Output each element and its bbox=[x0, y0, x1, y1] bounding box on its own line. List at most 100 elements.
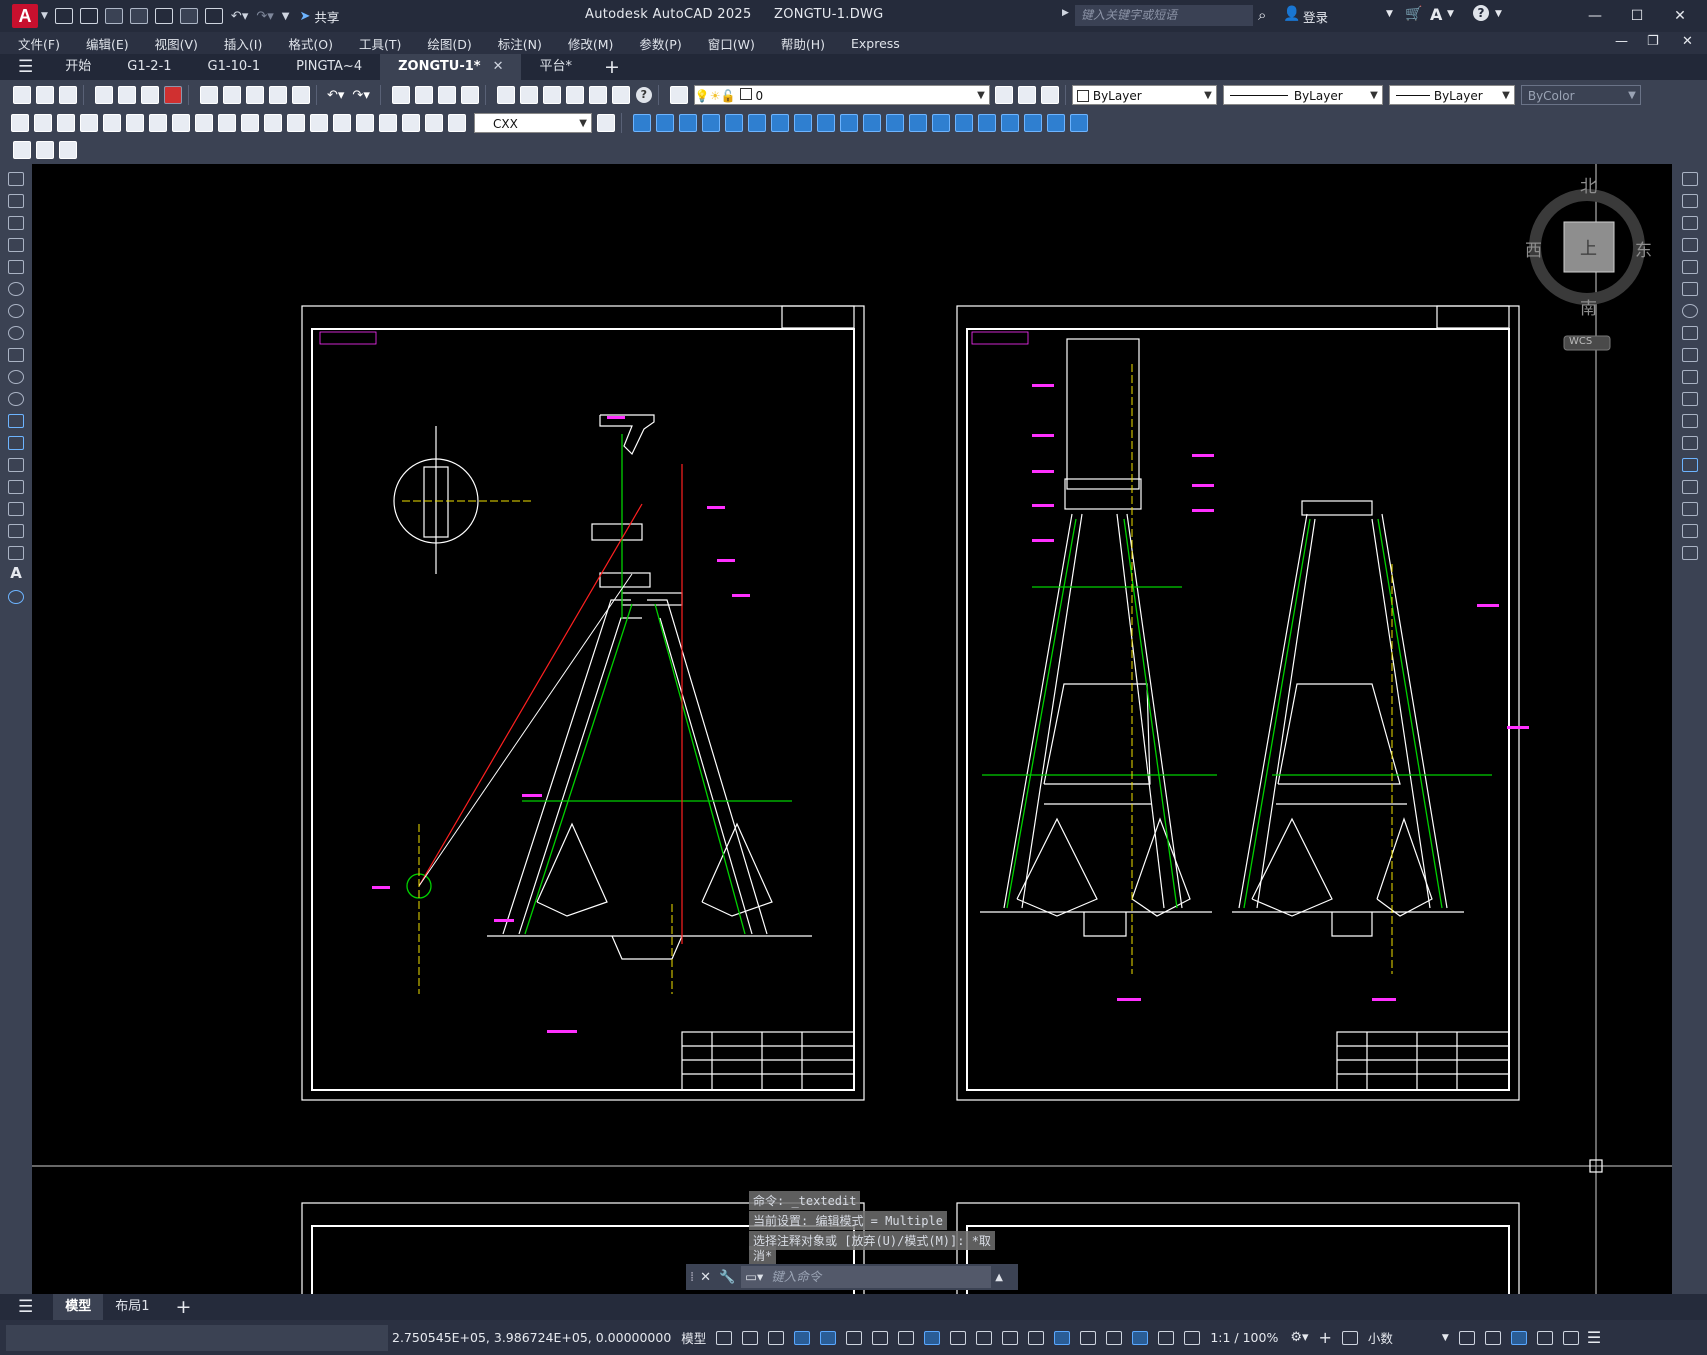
hatch-icon[interactable] bbox=[8, 480, 24, 494]
construction-line-icon[interactable] bbox=[8, 194, 24, 208]
mirror-icon[interactable] bbox=[1681, 216, 1698, 230]
pan-icon[interactable] bbox=[391, 86, 410, 104]
extrude-icon[interactable] bbox=[794, 114, 812, 132]
annotation-scale-icon[interactable] bbox=[1184, 1330, 1201, 1345]
qnew-icon[interactable] bbox=[13, 86, 31, 104]
coordinate-readout[interactable]: 2.750545E+05, 3.986724E+05, 0.00000000 bbox=[392, 1330, 671, 1345]
tolerance-icon[interactable] bbox=[310, 114, 328, 132]
stretch-icon[interactable] bbox=[1681, 348, 1698, 362]
intersect-icon[interactable] bbox=[955, 114, 973, 132]
grid-icon[interactable] bbox=[716, 1330, 733, 1345]
rectangle-icon[interactable] bbox=[8, 260, 24, 274]
undo-icon[interactable]: ↶▾ bbox=[231, 9, 248, 24]
viewcube-south[interactable]: 南 bbox=[1580, 294, 1597, 319]
annotation-visibility-icon[interactable] bbox=[1132, 1330, 1149, 1345]
redo-icon[interactable]: ↷▾ bbox=[256, 9, 273, 24]
workspace-gear-icon[interactable]: ⚙▾ bbox=[1290, 1330, 1308, 1345]
zoom-realtime-icon[interactable] bbox=[414, 86, 433, 104]
plotstyle-dropdown[interactable]: ByColor ▼ bbox=[1520, 85, 1641, 105]
dynamic-input-icon[interactable] bbox=[794, 1330, 811, 1345]
publish-icon[interactable] bbox=[141, 86, 159, 104]
login-button[interactable]: 登录 bbox=[1303, 7, 1328, 26]
scale-icon[interactable] bbox=[1681, 326, 1698, 340]
section-plane-icon[interactable] bbox=[1047, 114, 1065, 132]
ellipse-arc-icon[interactable] bbox=[8, 392, 24, 406]
doc-minimize-icon[interactable]: — bbox=[1615, 34, 1628, 49]
customize-wrench-icon[interactable]: 🔧 bbox=[719, 1270, 735, 1285]
menu-help[interactable]: 帮助(H) bbox=[781, 34, 825, 53]
region-icon[interactable] bbox=[8, 524, 24, 538]
reference-edit-icon[interactable] bbox=[59, 141, 77, 159]
units-icon[interactable] bbox=[1341, 1330, 1358, 1345]
baseline-dim-icon[interactable] bbox=[218, 114, 236, 132]
viewcube-west[interactable]: 西 bbox=[1525, 236, 1542, 261]
copy-icon[interactable] bbox=[223, 86, 241, 104]
share-icon[interactable]: ➤ bbox=[299, 9, 310, 24]
arc-length-dim-icon[interactable] bbox=[57, 114, 75, 132]
gradient-icon[interactable] bbox=[8, 502, 24, 516]
array-icon[interactable] bbox=[1681, 260, 1698, 274]
solid-box-icon[interactable] bbox=[633, 114, 651, 132]
add-layout-icon[interactable]: + bbox=[176, 1296, 192, 1318]
tab-g1-10-1[interactable]: G1-10-1 bbox=[190, 54, 279, 80]
web-mobile-icon[interactable] bbox=[154, 8, 173, 24]
jogged-linear-icon[interactable] bbox=[379, 114, 397, 132]
login-dropdown-icon[interactable]: ▼ bbox=[1386, 9, 1393, 19]
tab-model[interactable]: 模型 bbox=[53, 1294, 104, 1320]
save-icon[interactable] bbox=[104, 8, 123, 24]
dim-space-icon[interactable] bbox=[264, 114, 282, 132]
quick-properties-icon[interactable] bbox=[1458, 1330, 1475, 1345]
hamburger-menu-icon[interactable]: ☰ bbox=[18, 57, 33, 77]
menu-view[interactable]: 视图(V) bbox=[155, 34, 198, 53]
transparency-icon[interactable] bbox=[976, 1330, 993, 1345]
solid-torus-icon[interactable] bbox=[748, 114, 766, 132]
block-editor-icon[interactable] bbox=[292, 86, 310, 104]
open-file-icon[interactable] bbox=[79, 8, 98, 24]
make-current-layer-icon[interactable] bbox=[994, 86, 1013, 104]
command-history-toggle-icon[interactable]: ▲ bbox=[995, 1272, 1003, 1283]
save-web-icon[interactable] bbox=[179, 8, 198, 24]
radius-dim-icon[interactable] bbox=[103, 114, 121, 132]
drawing-canvas[interactable]: 北 南 东 西 上 WCS 命令: _textedit 当前设置: 编辑模式 =… bbox=[32, 164, 1672, 1294]
menu-express[interactable]: Express bbox=[851, 36, 900, 51]
dimstyle-dropdown[interactable]: CXX ▼ bbox=[474, 113, 592, 133]
sheet-set-icon[interactable] bbox=[565, 86, 584, 104]
zoom-previous-icon[interactable] bbox=[460, 86, 479, 104]
add-selected-icon[interactable] bbox=[8, 590, 24, 604]
blend-curves-icon[interactable] bbox=[1681, 524, 1698, 538]
dynamic-ucs-icon[interactable] bbox=[1054, 1330, 1071, 1345]
chevron-down-icon[interactable]: ▼ bbox=[1442, 1333, 1449, 1343]
dimstyle-manager-icon[interactable] bbox=[597, 114, 615, 132]
chamfer-icon[interactable] bbox=[1681, 480, 1698, 494]
layer-dropdown[interactable]: 💡☀🔓 0 ▼ bbox=[693, 85, 990, 105]
new-tab-icon[interactable]: + bbox=[604, 56, 620, 78]
menu-parametric[interactable]: 参数(P) bbox=[639, 34, 681, 53]
arc-icon[interactable] bbox=[8, 282, 24, 296]
search-input[interactable]: 键入关键字或短语 bbox=[1075, 5, 1253, 26]
design-center-icon[interactable] bbox=[519, 86, 538, 104]
break-icon[interactable] bbox=[1681, 436, 1698, 450]
share-button[interactable]: 共享 bbox=[314, 7, 339, 26]
open-icon[interactable] bbox=[36, 86, 54, 104]
tab-pingtai[interactable]: 平台* bbox=[521, 54, 590, 80]
gizmo-icon[interactable] bbox=[1106, 1330, 1123, 1345]
revolve-icon[interactable] bbox=[817, 114, 835, 132]
insert-block-icon[interactable] bbox=[8, 414, 24, 428]
object-snap-tracking-icon[interactable] bbox=[898, 1330, 915, 1345]
multiline-text-icon[interactable]: A bbox=[0, 564, 32, 582]
jogged-dim-icon[interactable] bbox=[126, 114, 144, 132]
tab-layout1[interactable]: 布局1 bbox=[103, 1294, 161, 1320]
trim-icon[interactable] bbox=[1681, 370, 1698, 384]
extend-icon[interactable] bbox=[1681, 392, 1698, 406]
cart-icon[interactable]: 🛒 bbox=[1405, 6, 1422, 22]
autocad-logo-icon[interactable]: A bbox=[12, 4, 38, 28]
isolate-objects-icon[interactable] bbox=[1510, 1330, 1527, 1345]
viewcube-top[interactable]: 上 bbox=[1580, 234, 1597, 259]
aligned-dim-icon[interactable] bbox=[34, 114, 52, 132]
search-icon[interactable]: ⌕ bbox=[1258, 6, 1266, 24]
match-properties-icon[interactable] bbox=[269, 86, 287, 104]
solid-sphere-icon[interactable] bbox=[702, 114, 720, 132]
help-icon[interactable]: ? bbox=[1473, 5, 1489, 21]
paste-icon[interactable] bbox=[246, 86, 264, 104]
command-input[interactable]: ▭▾ 键入命令 bbox=[741, 1266, 992, 1288]
